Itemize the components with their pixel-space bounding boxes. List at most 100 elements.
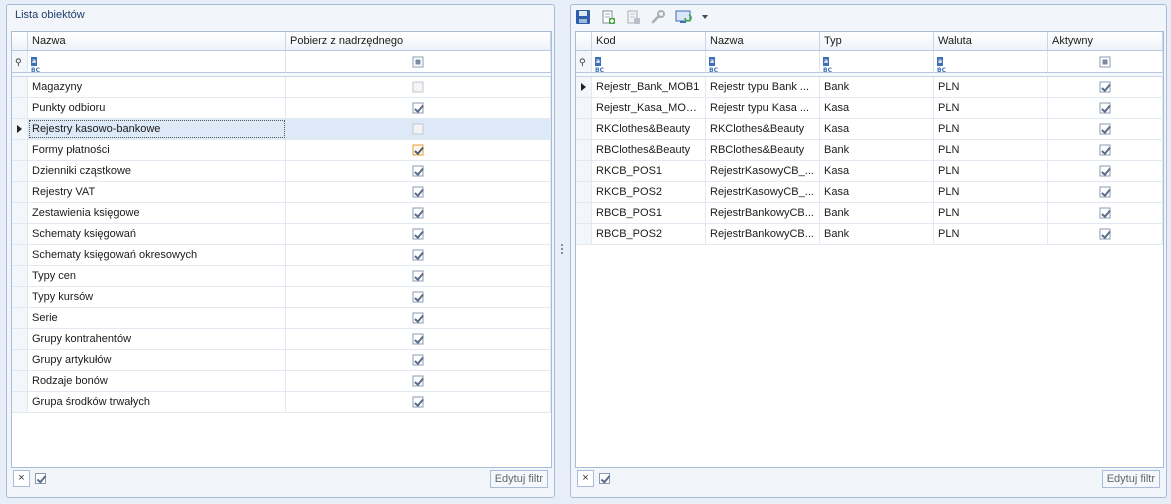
active-checkbox[interactable] [1099, 186, 1111, 198]
inherit-cell[interactable] [286, 161, 551, 181]
cell-aktywny[interactable] [1048, 182, 1163, 202]
object-name-cell[interactable]: Dzienniki cząstkowe [28, 161, 286, 181]
cell-typ[interactable]: Bank [820, 140, 934, 160]
cell-typ[interactable]: Kasa [820, 98, 934, 118]
table-row[interactable]: RBClothes&Beauty RBClothes&Beauty Bank PLN [576, 140, 1163, 161]
cell-kod[interactable]: Rejestr_Bank_MOB1 [592, 77, 706, 97]
inherit-checkbox[interactable] [412, 396, 424, 408]
filter-enabled-checkbox[interactable] [35, 473, 46, 484]
object-name-cell[interactable]: Grupa środków trwałych [28, 392, 286, 412]
inherit-cell[interactable] [286, 182, 551, 202]
clear-filter-button[interactable]: × [13, 470, 30, 487]
active-checkbox[interactable] [1099, 102, 1111, 114]
cell-waluta[interactable]: PLN [934, 224, 1048, 244]
filter-enabled-checkbox[interactable] [599, 473, 610, 484]
cell-kod[interactable]: RBCB_POS1 [592, 203, 706, 223]
table-row[interactable]: Grupa środków trwałych [12, 392, 551, 413]
cell-kod[interactable]: RKClothes&Beauty [592, 119, 706, 139]
inherit-checkbox[interactable] [412, 270, 424, 282]
inherit-cell[interactable] [286, 140, 551, 160]
table-row[interactable]: Typy cen [12, 266, 551, 287]
object-name-cell[interactable]: Schematy księgowań [28, 224, 286, 244]
save-icon[interactable] [575, 9, 593, 27]
cell-waluta[interactable]: PLN [934, 203, 1048, 223]
inherit-cell[interactable] [286, 308, 551, 328]
active-checkbox[interactable] [1099, 165, 1111, 177]
filter-cell-typ[interactable]: aBC [820, 51, 934, 74]
inherit-checkbox[interactable] [412, 123, 424, 135]
object-name-cell[interactable]: Formy płatności [28, 140, 286, 160]
cell-aktywny[interactable] [1048, 161, 1163, 181]
table-row[interactable]: Rejestry VAT [12, 182, 551, 203]
filter-cell-kod[interactable]: aBC [592, 51, 706, 74]
inherit-cell[interactable] [286, 119, 551, 139]
inherit-cell[interactable] [286, 371, 551, 391]
cell-waluta[interactable]: PLN [934, 161, 1048, 181]
cell-nazwa[interactable]: RejestrKasowyCB_... [706, 161, 820, 181]
table-row[interactable]: RKCB_POS2 RejestrKasowyCB_... Kasa PLN [576, 182, 1163, 203]
column-header-nazwa[interactable]: Nazwa [706, 32, 820, 50]
table-row[interactable]: Rejestr_Bank_MOB1 Rejestr typu Bank ... Ba… [576, 77, 1163, 98]
filter-checkbox[interactable] [1099, 56, 1111, 67]
add-icon[interactable] [600, 9, 618, 27]
table-row[interactable]: Schematy księgowań [12, 224, 551, 245]
cell-nazwa[interactable]: RejestrBankowyCB... [706, 203, 820, 223]
object-name-cell[interactable]: Grupy kontrahentów [28, 329, 286, 349]
inherit-cell[interactable] [286, 98, 551, 118]
inherit-checkbox[interactable] [412, 354, 424, 366]
cell-waluta[interactable]: PLN [934, 77, 1048, 97]
object-name-cell[interactable]: Magazyny [28, 77, 286, 97]
inherit-cell[interactable] [286, 203, 551, 223]
cell-nazwa[interactable]: RBClothes&Beauty [706, 140, 820, 160]
object-name-cell[interactable]: Punkty odbioru [28, 98, 286, 118]
table-row[interactable]: RBCB_POS2 RejestrBankowyCB... Bank PLN [576, 224, 1163, 245]
object-name-cell[interactable]: Typy kursów [28, 287, 286, 307]
table-row[interactable]: Serie [12, 308, 551, 329]
cell-kod[interactable]: Rejestr_Kasa_MOB... [592, 98, 706, 118]
column-header-waluta[interactable]: Waluta [934, 32, 1048, 50]
cell-typ[interactable]: Kasa [820, 182, 934, 202]
cell-waluta[interactable]: PLN [934, 98, 1048, 118]
inherit-cell[interactable] [286, 224, 551, 244]
cell-aktywny[interactable] [1048, 77, 1163, 97]
inherit-checkbox[interactable] [412, 249, 424, 261]
table-row[interactable]: RKCB_POS1 RejestrKasowyCB_... Kasa PLN [576, 161, 1163, 182]
table-row[interactable]: Formy płatności [12, 140, 551, 161]
active-checkbox[interactable] [1099, 144, 1111, 156]
column-header-kod[interactable]: Kod [592, 32, 706, 50]
object-name-cell[interactable]: Serie [28, 308, 286, 328]
inherit-checkbox[interactable] [412, 375, 424, 387]
inherit-checkbox[interactable] [412, 207, 424, 219]
cell-nazwa[interactable]: RejestrKasowyCB_... [706, 182, 820, 202]
inherit-checkbox[interactable] [412, 186, 424, 198]
cell-typ[interactable]: Kasa [820, 119, 934, 139]
cell-nazwa[interactable]: RKClothes&Beauty [706, 119, 820, 139]
filter-cell-nazwa[interactable]: aBC [28, 51, 286, 74]
object-name-cell[interactable]: Typy cen [28, 266, 286, 286]
filter-cell-pobierz[interactable] [286, 51, 551, 72]
object-name-cell[interactable]: Rejestry kasowo-bankowe [28, 119, 286, 139]
inherit-cell[interactable] [286, 350, 551, 370]
table-row[interactable]: Rejestry kasowo-bankowe [12, 119, 551, 140]
filter-cell-waluta[interactable]: aBC [934, 51, 1048, 74]
edit-filter-button[interactable]: Edytuj filtr [489, 470, 548, 488]
inherit-checkbox[interactable] [412, 228, 424, 240]
active-checkbox[interactable] [1099, 81, 1111, 93]
column-header-typ[interactable]: Typ [820, 32, 934, 50]
table-row[interactable]: Punkty odbioru [12, 98, 551, 119]
table-row[interactable]: Typy kursów [12, 287, 551, 308]
cell-nazwa[interactable]: Rejestr typu Kasa ... [706, 98, 820, 118]
inherit-cell[interactable] [286, 329, 551, 349]
inherit-checkbox[interactable] [412, 291, 424, 303]
table-row[interactable]: RKClothes&Beauty RKClothes&Beauty Kasa PLN [576, 119, 1163, 140]
delete-icon[interactable] [625, 9, 643, 27]
filter-cell-aktywny[interactable] [1048, 51, 1163, 72]
screen-refresh-icon[interactable] [675, 9, 693, 27]
inherit-cell[interactable] [286, 245, 551, 265]
active-checkbox[interactable] [1099, 228, 1111, 240]
inherit-checkbox[interactable] [412, 144, 424, 156]
cell-aktywny[interactable] [1048, 119, 1163, 139]
table-row[interactable]: RBCB_POS1 RejestrBankowyCB... Bank PLN [576, 203, 1163, 224]
cell-aktywny[interactable] [1048, 203, 1163, 223]
inherit-cell[interactable] [286, 77, 551, 97]
